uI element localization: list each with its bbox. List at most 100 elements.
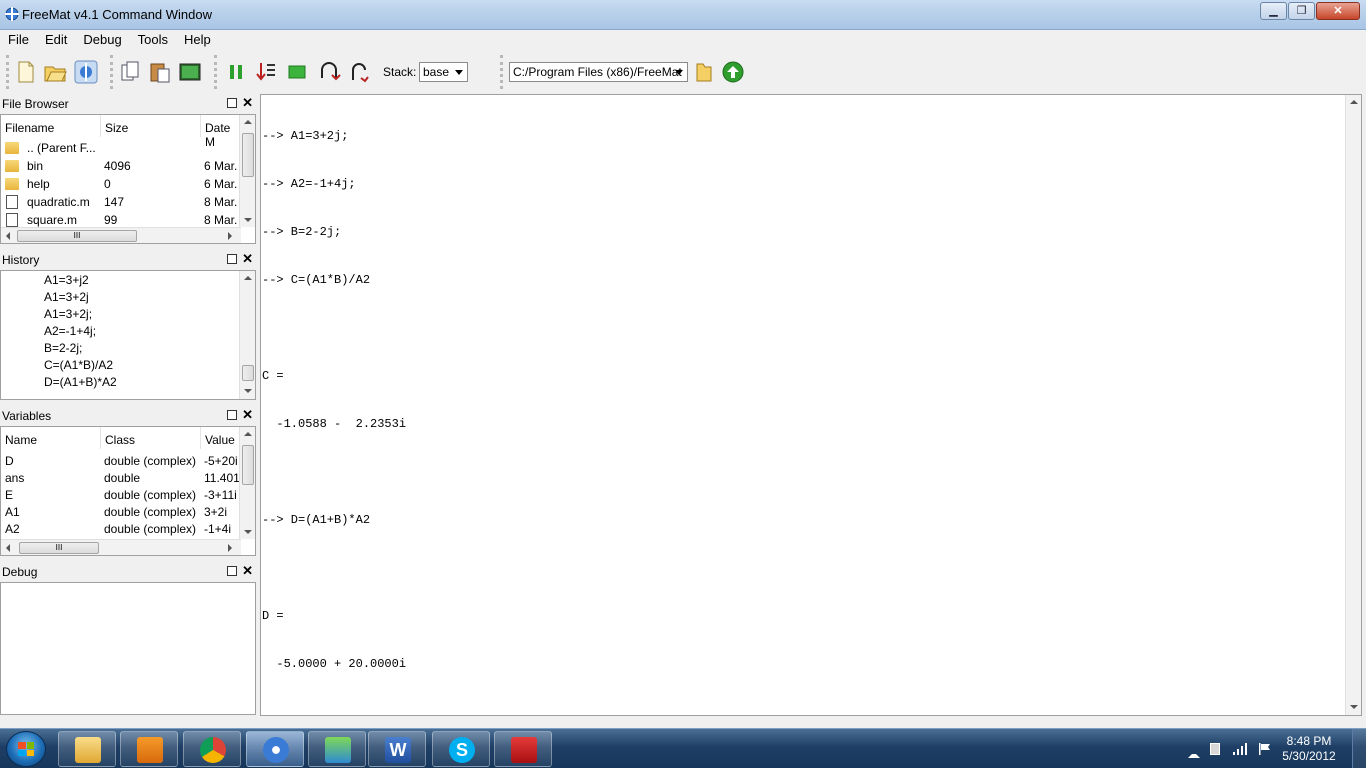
scroll-right-icon[interactable] [228,544,232,552]
minimize-button[interactable]: ▁ [1260,2,1287,20]
menu-file[interactable]: File [0,30,37,50]
undock-icon[interactable] [227,566,237,576]
taskbar-acrobat[interactable] [494,731,552,767]
console-line: --> D=(A1+B)*A2 [262,513,371,527]
scroll-thumb[interactable]: III [19,542,99,554]
status-bar [0,716,1366,728]
file-name: help [27,177,50,191]
variable-row[interactable]: A1 double (complex) 3+2i [1,504,241,521]
scroll-right-icon[interactable] [228,232,232,240]
variable-row[interactable]: D double (complex) -5+20i [1,453,241,470]
paste-icon[interactable] [148,60,172,84]
scroll-left-icon[interactable] [6,232,10,240]
history-item[interactable]: B=2-2j; [44,341,82,358]
toolbar-separator [110,55,113,89]
flag-icon[interactable] [1257,743,1273,755]
undock-icon[interactable] [227,254,237,264]
browse-folder-icon[interactable] [692,60,716,84]
scroll-thumb[interactable] [242,445,254,485]
stop-icon[interactable] [285,60,309,84]
undock-icon[interactable] [227,410,237,420]
file-row[interactable]: quadratic.m 147 8 Mar. [1,194,241,211]
history-item[interactable]: C=(A1*B)/A2 [44,358,113,375]
path-select[interactable]: C:/Program Files (x86)/FreeMat [509,62,688,82]
close-icon[interactable]: ✕ [242,251,253,267]
command-console[interactable]: --> A1=3+2j; --> A2=-1+4j; --> B=2-2j; -… [260,94,1362,768]
taskbar-word[interactable]: W [368,731,426,767]
vertical-scrollbar[interactable] [239,427,255,539]
column-header-class[interactable]: Class [101,427,201,449]
variable-class: double [104,471,141,485]
scroll-down-icon[interactable] [1350,705,1358,709]
history-item[interactable]: A1=3+2j [44,290,89,307]
column-header-value[interactable]: Value [201,427,241,449]
scroll-up-icon[interactable] [1350,100,1358,104]
maximize-button[interactable]: ❐ [1288,2,1315,20]
column-header-filename[interactable]: Filename [1,115,101,137]
variable-row[interactable]: A2 double (complex) -1+4i [1,521,241,538]
history-item[interactable]: D=(A1+B)*A2 [44,375,117,392]
show-desktop-button[interactable] [1352,729,1366,768]
column-header-name[interactable]: Name [1,427,101,449]
history-item[interactable]: A2=-1+4j; [44,324,96,341]
undock-icon[interactable] [227,98,237,108]
battery-icon[interactable] [1210,743,1220,755]
horizontal-scrollbar[interactable]: III [1,227,241,243]
variable-row[interactable]: E double (complex) -3+11i [1,487,241,504]
taskbar-freemat[interactable] [246,731,304,767]
taskbar-explorer[interactable] [58,731,116,767]
vertical-scrollbar[interactable] [239,115,255,227]
menu-tools[interactable]: Tools [130,30,176,50]
close-icon[interactable]: ✕ [242,95,253,111]
taskbar-media-player[interactable] [120,731,178,767]
scroll-down-icon[interactable] [244,389,252,393]
scroll-up-icon[interactable] [244,276,252,280]
variable-class: double (complex) [104,488,197,502]
scroll-down-icon[interactable] [244,218,252,222]
menu-debug[interactable]: Debug [75,30,129,50]
taskbar-messenger[interactable] [308,731,366,767]
close-button[interactable]: ✕ [1316,2,1360,20]
vertical-scrollbar[interactable] [239,271,255,399]
debug-area[interactable] [0,582,256,715]
scroll-thumb[interactable] [242,133,254,177]
taskbar-chrome[interactable] [183,731,241,767]
scroll-down-icon[interactable] [244,530,252,534]
network-icon[interactable] [1232,743,1248,755]
console-icon[interactable] [178,60,202,84]
freemat-tool-icon[interactable] [74,60,98,84]
scroll-thumb[interactable] [242,365,254,381]
history-item[interactable]: A1=3+j2 [44,273,89,290]
column-header-date[interactable]: Date M [201,115,241,149]
show-hidden-icons[interactable] [1188,746,1200,758]
menu-edit[interactable]: Edit [37,30,75,50]
copy-icon[interactable] [118,60,142,84]
up-directory-icon[interactable] [721,60,745,84]
scroll-thumb[interactable]: III [17,230,137,242]
vertical-scrollbar[interactable] [1345,95,1361,715]
file-row[interactable]: help 0 6 Mar. [1,176,241,193]
horizontal-scrollbar[interactable]: III [1,539,241,555]
start-button[interactable] [6,731,46,767]
taskbar-clock[interactable]: 8:48 PM 5/30/2012 [1274,734,1344,764]
taskbar-skype[interactable]: S [432,731,490,767]
close-icon[interactable]: ✕ [242,563,253,579]
scroll-left-icon[interactable] [6,544,10,552]
step-in-icon[interactable] [254,60,278,84]
pause-icon[interactable] [224,60,248,84]
scroll-up-icon[interactable] [244,120,252,124]
history-item[interactable]: A1=3+2j; [44,307,92,324]
stack-select[interactable]: base [419,62,468,82]
open-folder-icon[interactable] [43,60,67,84]
step-out-icon[interactable] [347,60,371,84]
variable-row[interactable]: ans double 11.4018 [1,470,241,487]
menu-help[interactable]: Help [176,30,219,50]
column-header-size[interactable]: Size [101,115,201,137]
windows-logo-icon [18,742,34,756]
close-icon[interactable]: ✕ [242,407,253,423]
scroll-up-icon[interactable] [244,432,252,436]
file-row-parent[interactable]: .. (Parent F... [1,140,241,157]
step-over-icon[interactable] [317,60,341,84]
file-row[interactable]: bin 4096 6 Mar. [1,158,241,175]
new-file-icon[interactable] [14,60,38,84]
